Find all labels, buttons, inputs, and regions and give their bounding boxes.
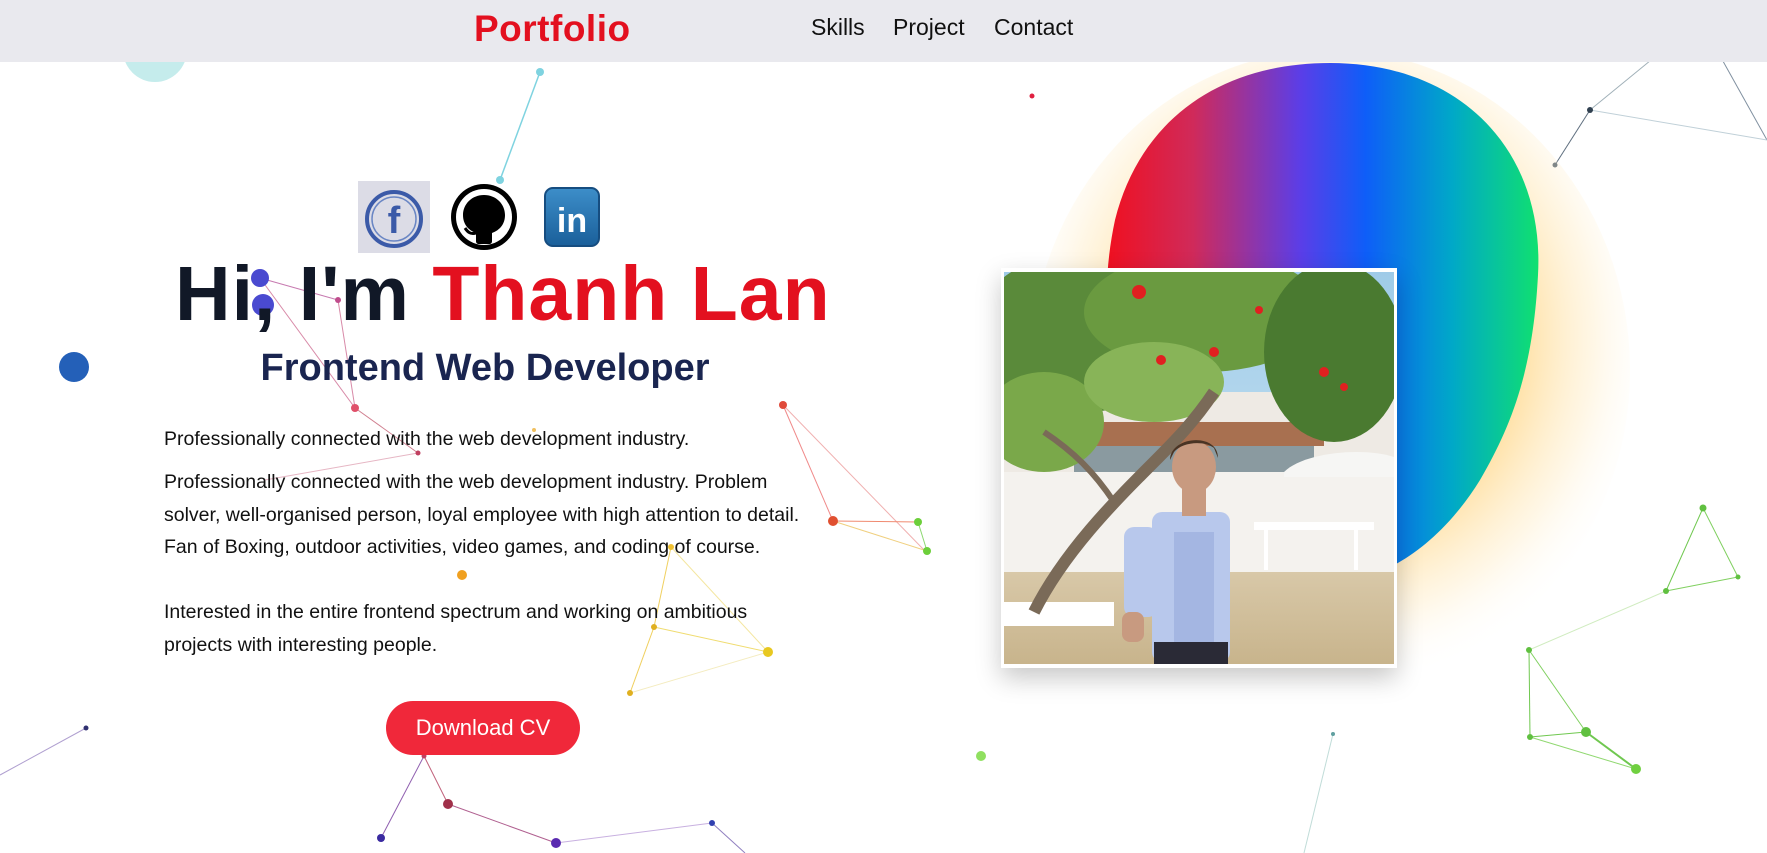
profile-photo (1001, 268, 1397, 668)
svg-text:in: in (557, 202, 587, 240)
greeting-heading: Hi, I'm Thanh Lan (175, 250, 831, 339)
github-icon (451, 184, 517, 250)
role-title: Frontend Web Developer (260, 347, 710, 389)
nav-link-skills[interactable]: Skills (811, 14, 865, 41)
logo[interactable]: Portfolio (474, 8, 631, 50)
greeting-prefix: Hi, I'm (175, 251, 433, 337)
nav-link-contact[interactable]: Contact (994, 14, 1073, 41)
facebook-link[interactable]: f (358, 181, 430, 253)
download-cv-button[interactable]: Download CV (386, 701, 580, 755)
intro-paragraph-1: Professionally connected with the web de… (164, 428, 690, 450)
navbar: Portfolio Skills Project Contact (0, 0, 1767, 62)
facebook-icon: f (365, 190, 423, 248)
linkedin-link[interactable]: in (536, 181, 608, 253)
intro-paragraph-2: Professionally connected with the web de… (164, 471, 800, 558)
linkedin-icon: in (544, 187, 600, 247)
github-link[interactable] (448, 181, 520, 253)
profile-photo-image (1004, 272, 1394, 664)
intro-paragraph-3: Interested in the entire frontend spectr… (164, 601, 748, 656)
developer-name: Thanh Lan (432, 251, 831, 337)
svg-text:f: f (388, 200, 401, 242)
nav-link-project[interactable]: Project (893, 14, 965, 41)
